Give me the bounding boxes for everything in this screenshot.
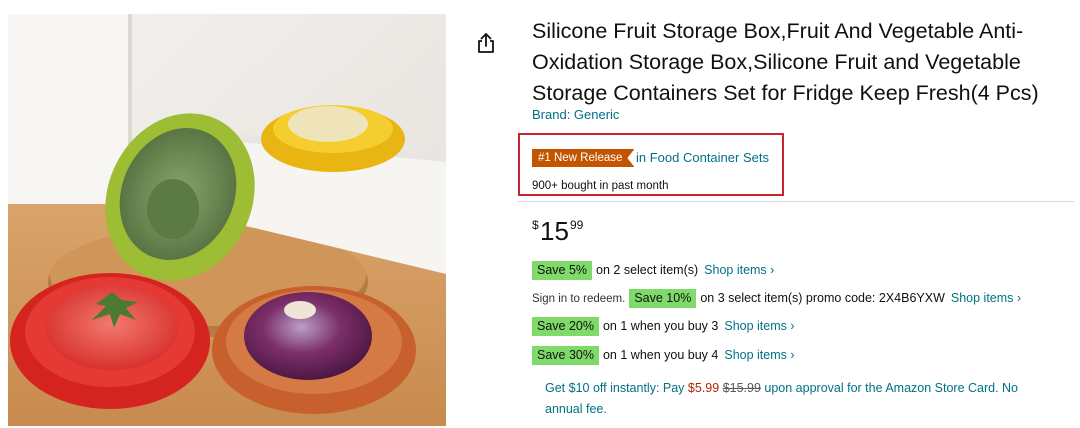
promo-row: Save 5% on 2 select item(s) Shop items › — [532, 261, 774, 280]
category-link[interactable]: in Food Container Sets — [636, 150, 769, 165]
promo-row: Save 20% on 1 when you buy 3 Shop items › — [532, 317, 795, 336]
brand-link[interactable]: Brand: Generic — [532, 107, 619, 122]
price-symbol: $ — [532, 218, 539, 232]
shop-items-link[interactable]: Shop items › — [951, 291, 1021, 305]
promo-text: on 1 when you buy 4 — [602, 348, 719, 362]
bought-count: 900+ bought in past month — [532, 180, 669, 192]
promo-row: Save 30% on 1 when you buy 4 Shop items › — [532, 346, 795, 365]
product-image[interactable] — [8, 14, 446, 426]
sign-in-link[interactable]: Sign in to redeem. — [532, 293, 625, 305]
promo-chip: Save 5% — [532, 261, 593, 280]
share-icon[interactable] — [475, 32, 497, 54]
promo-chip: Save 20% — [532, 317, 599, 336]
promo-chip: Save 10% — [629, 289, 697, 308]
price-whole: 15 — [540, 216, 569, 246]
shop-items-link[interactable]: Shop items › — [724, 348, 794, 362]
shop-items-link[interactable]: Shop items › — [704, 263, 774, 277]
offer-new-price: $5.99 — [687, 381, 720, 395]
offer-old-price: $15.99 — [722, 381, 761, 395]
store-card-offer[interactable]: Get $10 off instantly: Pay $5.99 $15.99 … — [545, 378, 1045, 420]
price-fraction: 99 — [570, 218, 584, 232]
product-title: Silicone Fruit Storage Box,Fruit And Veg… — [532, 19, 1039, 105]
promo-text: on 3 select item(s) promo code: 2X4B6YXW — [700, 291, 945, 305]
promo-chip: Save 30% — [532, 346, 599, 365]
promo-row: Sign in to redeem. Save 10% on 3 select it… — [532, 289, 1021, 309]
promo-text: on 2 select item(s) — [596, 263, 699, 277]
divider — [518, 201, 1074, 202]
shop-items-link[interactable]: Shop items › — [724, 319, 794, 333]
offer-text: Get $10 off instantly: Pay — [545, 381, 688, 395]
promo-text: on 1 when you buy 3 — [602, 319, 719, 333]
new-release-badge[interactable]: #1 New Release — [532, 149, 634, 167]
